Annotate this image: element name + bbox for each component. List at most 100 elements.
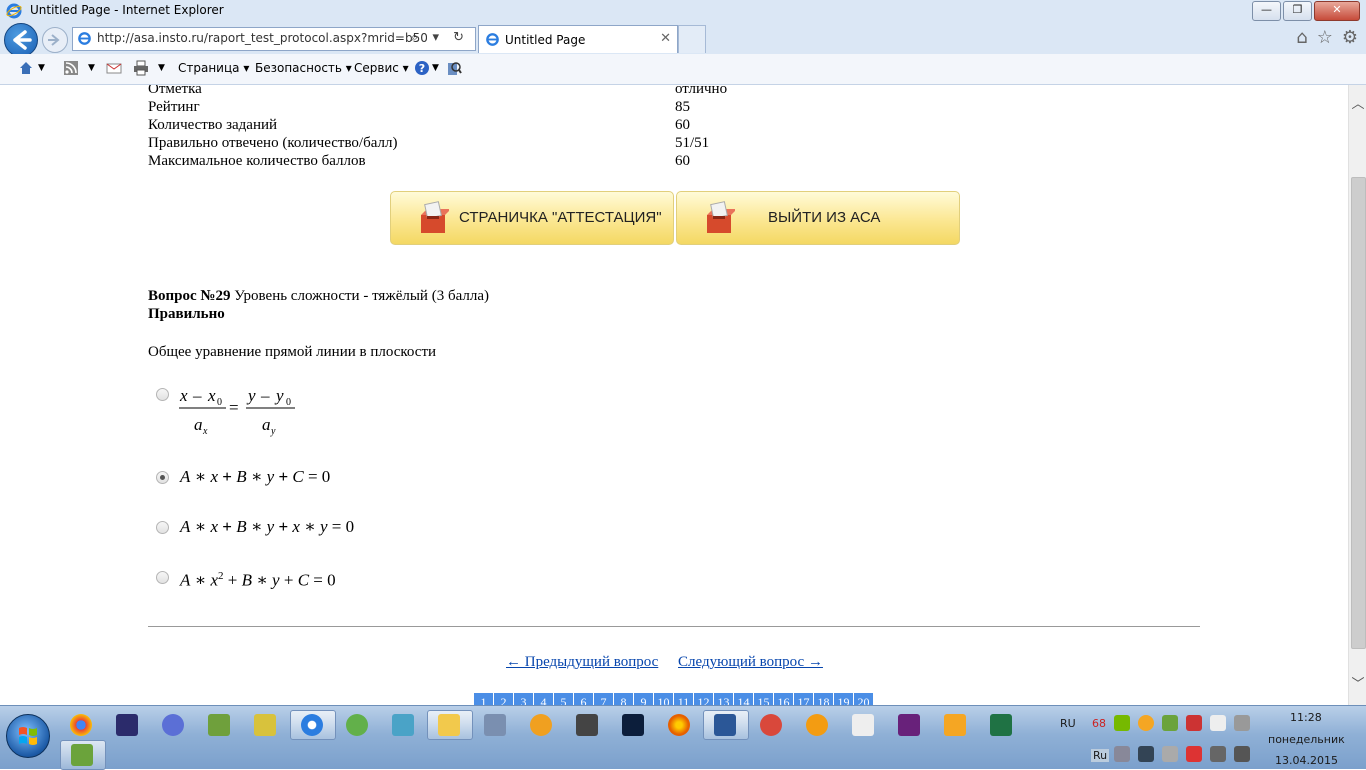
menu-page[interactable]: Страница ▾ <box>178 61 249 75</box>
scroll-up-icon[interactable]: ︿ <box>1349 85 1366 125</box>
tools-gear-icon[interactable]: ⚙ <box>1342 27 1358 48</box>
language-indicator[interactable]: RU <box>1060 717 1076 730</box>
tray-app2-icon[interactable] <box>1138 746 1154 762</box>
media-app-icon[interactable] <box>944 714 966 736</box>
file-explorer-icon[interactable] <box>438 714 460 736</box>
wifi-app-icon[interactable] <box>346 714 368 736</box>
scroll-thumb[interactable] <box>1351 177 1366 649</box>
pager-page-3[interactable]: 3 <box>514 693 533 705</box>
speaker-tray-icon[interactable] <box>1114 746 1130 762</box>
tab-close-icon[interactable]: ✕ <box>660 31 671 46</box>
pager-page-8[interactable]: 8 <box>614 693 633 705</box>
pager-page-14[interactable]: 14 <box>734 693 753 705</box>
mail-icon[interactable] <box>106 60 122 76</box>
minimize-button[interactable]: — <box>1252 1 1281 21</box>
volume-muted-icon[interactable] <box>1186 746 1202 762</box>
network-signal-icon[interactable] <box>1234 746 1250 762</box>
favorites-icon[interactable]: ☆ <box>1317 27 1333 48</box>
pager-page-12[interactable]: 12 <box>694 693 713 705</box>
option-radio-3[interactable] <box>156 521 169 534</box>
grid-app-icon[interactable] <box>852 714 874 736</box>
menu-tools[interactable]: Сервис ▾ <box>354 61 409 75</box>
power-icon[interactable] <box>1210 746 1226 762</box>
feeds-icon[interactable] <box>63 60 79 76</box>
calendar-app-icon[interactable] <box>760 714 782 736</box>
pager-page-19[interactable]: 19 <box>834 693 853 705</box>
media-player-icon[interactable] <box>116 714 138 736</box>
pager-page-7[interactable]: 7 <box>594 693 613 705</box>
network-app-icon[interactable] <box>208 714 230 736</box>
back-button[interactable] <box>4 23 38 57</box>
pager-page-6[interactable]: 6 <box>574 693 593 705</box>
photoshop-icon[interactable] <box>622 714 644 736</box>
print-icon[interactable] <box>133 60 149 76</box>
tray-counter[interactable]: 68 <box>1092 717 1106 730</box>
home-cmd-icon[interactable] <box>18 60 34 76</box>
audio-app-icon[interactable] <box>484 714 506 736</box>
messenger-icon[interactable] <box>806 714 828 736</box>
print-dropdown-icon[interactable]: ▼ <box>158 63 165 73</box>
pager-page-10[interactable]: 10 <box>654 693 673 705</box>
pager-page-13[interactable]: 13 <box>714 693 733 705</box>
research-icon[interactable] <box>446 60 462 76</box>
exit-asa-button[interactable]: ВЫЙТИ ИЗ АСА <box>676 191 960 245</box>
pager-page-18[interactable]: 18 <box>814 693 833 705</box>
attestation-page-button[interactable]: СТРАНИЧКА "АТТЕСТАЦИЯ" <box>390 191 674 245</box>
home-dropdown-icon[interactable]: ▼ <box>38 63 45 73</box>
internet-explorer-taskbar-icon[interactable] <box>301 714 323 736</box>
option-radio-4[interactable] <box>156 571 169 584</box>
video-app-icon[interactable] <box>162 714 184 736</box>
close-button[interactable]: ✕ <box>1314 1 1360 21</box>
clock-day[interactable]: понедельник <box>1268 733 1345 746</box>
pager-page-9[interactable]: 9 <box>634 693 653 705</box>
option-radio-1[interactable] <box>156 388 169 401</box>
nvidia-icon[interactable] <box>1114 715 1130 731</box>
clock-date[interactable]: 13.04.2015 <box>1275 754 1338 767</box>
pager-page-1[interactable]: 1 <box>474 693 493 705</box>
menu-security[interactable]: Безопасность ▾ <box>255 61 352 75</box>
pager-page-4[interactable]: 4 <box>534 693 553 705</box>
tray-pen-icon[interactable] <box>1234 715 1250 731</box>
prev-question-link[interactable]: ← Предыдущий вопрос <box>506 654 658 670</box>
pager-page-17[interactable]: 17 <box>794 693 813 705</box>
visual-studio-icon[interactable] <box>898 714 920 736</box>
clock-time[interactable]: 11:28 <box>1290 711 1322 724</box>
vertical-scrollbar[interactable]: ︿ ﹀ <box>1348 85 1366 705</box>
excel-icon[interactable] <box>990 714 1012 736</box>
pager-page-15[interactable]: 15 <box>754 693 773 705</box>
notes-app-icon[interactable] <box>254 714 276 736</box>
search-refresh-icons[interactable]: ⌕ ▾ ↻ <box>411 30 469 45</box>
pager-page-20[interactable]: 20 <box>854 693 873 705</box>
pager-page-11[interactable]: 11 <box>674 693 693 705</box>
tab-untitled-page[interactable]: Untitled Page ✕ <box>478 25 678 53</box>
chrome-icon[interactable] <box>70 714 92 736</box>
action-center-flag-icon[interactable] <box>1162 746 1178 762</box>
option-radio-2[interactable] <box>156 471 169 484</box>
pager-page-5[interactable]: 5 <box>554 693 573 705</box>
forward-button[interactable] <box>42 27 68 53</box>
pager-page-2[interactable]: 2 <box>494 693 513 705</box>
tray-tool-icon[interactable] <box>1186 715 1202 731</box>
pager-page-16[interactable]: 16 <box>774 693 793 705</box>
language-indicator-2[interactable]: Ru <box>1091 749 1110 762</box>
home-icon[interactable]: ⌂ <box>1296 27 1307 48</box>
tray-notes-icon[interactable] <box>1210 715 1226 731</box>
firefox-icon[interactable] <box>668 714 690 736</box>
address-bar[interactable]: http://asa.insto.ru/raport_test_protocol… <box>72 27 476 51</box>
help-dropdown-icon[interactable]: ▼ <box>432 63 439 73</box>
word-icon[interactable] <box>714 714 736 736</box>
feeds-dropdown-icon[interactable]: ▼ <box>88 63 95 73</box>
next-question-link[interactable]: Следующий вопрос → <box>678 654 823 670</box>
new-tab-button[interactable] <box>678 25 706 53</box>
avast-icon[interactable] <box>530 714 552 736</box>
camera-app-icon[interactable] <box>576 714 598 736</box>
start-button[interactable] <box>6 714 50 758</box>
scroll-down-icon[interactable]: ﹀ <box>1349 665 1366 705</box>
picture-app-icon[interactable] <box>392 714 414 736</box>
maximize-button[interactable]: ❐ <box>1283 1 1312 21</box>
bluestacks-icon[interactable] <box>71 744 93 766</box>
help-icon[interactable]: ? <box>414 60 430 76</box>
tray-bluestacks-icon[interactable] <box>1162 715 1178 731</box>
tray-app-icon[interactable] <box>1138 715 1154 731</box>
url-text[interactable]: http://asa.insto.ru/raport_test_protocol… <box>97 31 427 45</box>
